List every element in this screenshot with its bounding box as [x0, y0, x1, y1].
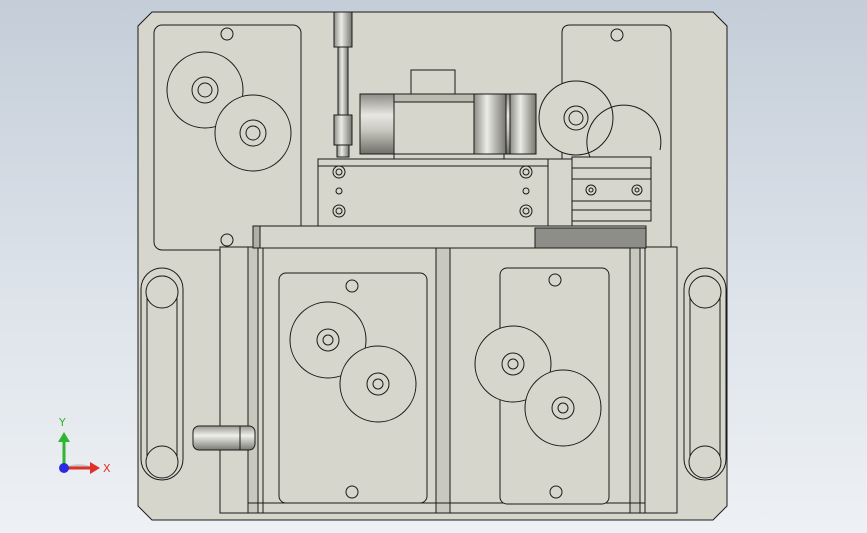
roller-lower-right-b: [524, 369, 602, 447]
handle-pin: [192, 425, 256, 451]
y-axis-label: Y: [58, 416, 66, 429]
right-slot: [683, 267, 727, 481]
z-axis-dot: [59, 463, 69, 473]
clamp-block: [317, 158, 549, 227]
roller-upper-right-a: [538, 80, 614, 156]
roller-lower-left-b: [339, 345, 417, 423]
x-axis-label: X: [103, 462, 111, 475]
y-axis-arrow: [58, 432, 70, 442]
x-axis-arrow: [90, 462, 100, 474]
roller-upper-left-b: [214, 94, 292, 172]
dark-bar: [534, 227, 647, 249]
cylinder-cap: [410, 69, 456, 95]
coordinate-triad: Y X: [58, 416, 111, 475]
model-viewport[interactable]: [0, 0, 867, 533]
left-slot: [140, 267, 184, 481]
